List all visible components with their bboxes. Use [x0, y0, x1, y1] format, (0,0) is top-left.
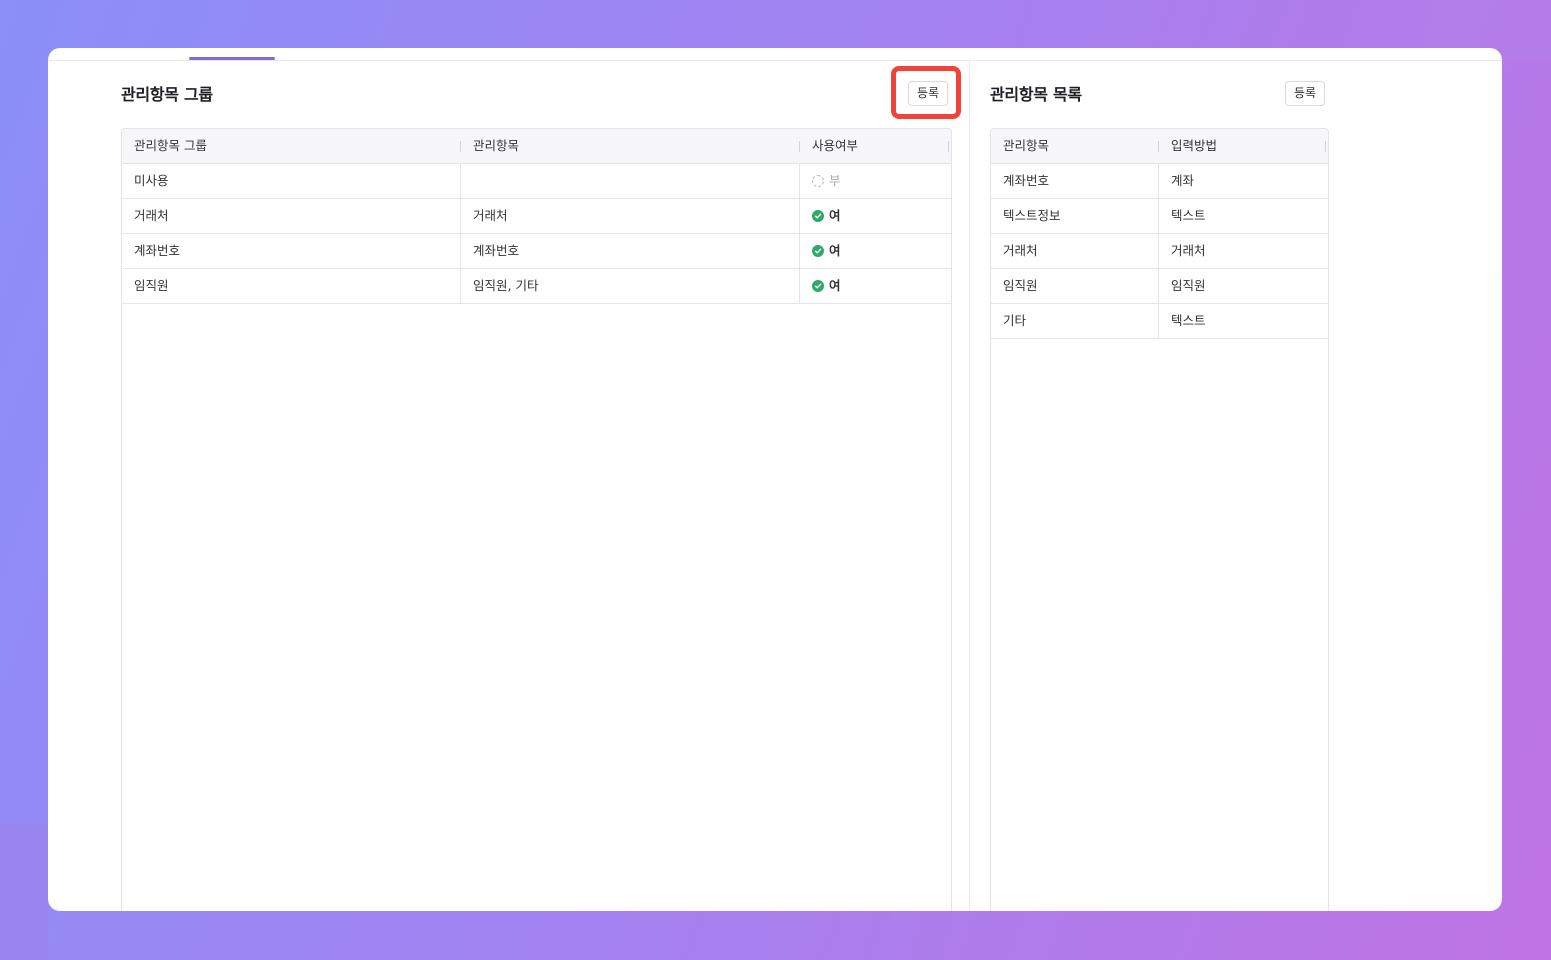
cell-method: 거래처 — [1171, 243, 1206, 258]
status-label: 여 — [829, 243, 841, 258]
cell-method: 텍스트 — [1171, 313, 1206, 328]
cell-usage: 여 — [800, 199, 949, 233]
column-header-items[interactable]: 관리항목 — [461, 129, 800, 163]
table-row[interactable]: 기타 텍스트 — [991, 304, 1328, 339]
item-register-button[interactable]: 등록 — [1285, 81, 1326, 106]
status-badge: 여 — [812, 234, 841, 268]
tab-bar-divider — [48, 60, 1502, 61]
table-header: 관리항목 입력방법 — [991, 129, 1328, 164]
table-row[interactable]: 거래처 거래처 — [991, 234, 1328, 269]
app-window: 관리항목 그룹 등록 관리항목 그룹 관리항목 사용여부 미사용 부 거래처 거래처 여… — [48, 48, 1502, 911]
status-label: 여 — [829, 208, 841, 223]
table-row[interactable]: 임직원 임직원, 기타 여 — [122, 269, 951, 304]
cell-group: 미사용 — [122, 164, 461, 198]
column-header-usage[interactable]: 사용여부 — [800, 129, 949, 163]
cell-usage: 부 — [800, 164, 949, 198]
cell-item: 거래처 — [991, 234, 1159, 268]
cell-items: 계좌번호 — [461, 234, 800, 268]
status-badge: 여 — [812, 199, 841, 233]
dotted-circle-icon — [812, 175, 824, 187]
cell-usage: 여 — [800, 269, 949, 303]
column-header-label: 관리항목 — [473, 138, 520, 153]
active-tab-indicator — [189, 57, 275, 60]
check-circle-icon — [812, 210, 824, 222]
panel-divider — [969, 61, 970, 911]
table-row[interactable]: 거래처 거래처 여 — [122, 199, 951, 234]
table-row[interactable]: 계좌번호 계좌 — [991, 164, 1328, 199]
column-header-method[interactable]: 입력방법 — [1159, 129, 1326, 163]
check-circle-icon — [812, 280, 824, 292]
cell-item: 임직원 — [991, 269, 1159, 303]
cell-item: 계좌번호 — [991, 164, 1159, 198]
check-circle-icon — [812, 245, 824, 257]
table-row[interactable]: 미사용 부 — [122, 164, 951, 199]
column-header-label: 입력방법 — [1171, 138, 1218, 153]
cell-items: 임직원, 기타 — [461, 269, 800, 303]
table-row[interactable]: 텍스트정보 텍스트 — [991, 199, 1328, 234]
cell-item: 기타 — [991, 304, 1159, 338]
column-header-label: 사용여부 — [812, 138, 859, 153]
status-label: 부 — [829, 173, 841, 188]
status-badge: 부 — [812, 164, 841, 198]
group-panel-title: 관리항목 그룹 — [121, 85, 213, 104]
column-header-group[interactable]: 관리항목 그룹 — [122, 129, 461, 163]
table-row[interactable]: 임직원 임직원 — [991, 269, 1328, 304]
cell-group: 계좌번호 — [122, 234, 461, 268]
item-panel-title: 관리항목 목록 — [990, 85, 1082, 104]
background-decoration — [0, 824, 48, 960]
cell-group: 임직원 — [122, 269, 461, 303]
cell-usage: 여 — [800, 234, 949, 268]
cell-items: 거래처 — [461, 199, 800, 233]
cell-method: 계좌 — [1171, 173, 1195, 188]
cell-method: 텍스트 — [1171, 208, 1206, 223]
column-header-label: 관리항목 — [1003, 138, 1050, 153]
item-table: 관리항목 입력방법 계좌번호 계좌 텍스트정보 텍스트 거래처 거래처 임직원 임직원 기타 텍스… — [990, 128, 1329, 911]
status-badge: 여 — [812, 269, 841, 303]
column-header-item[interactable]: 관리항목 — [991, 129, 1159, 163]
table-header: 관리항목 그룹 관리항목 사용여부 — [122, 129, 951, 164]
group-table: 관리항목 그룹 관리항목 사용여부 미사용 부 거래처 거래처 여 계좌번호 계좌번호 여 임직… — [121, 128, 952, 911]
cell-item: 텍스트정보 — [991, 199, 1159, 233]
table-row[interactable]: 계좌번호 계좌번호 여 — [122, 234, 951, 269]
status-label: 여 — [829, 278, 841, 293]
cell-items — [461, 164, 800, 198]
group-register-button[interactable]: 등록 — [908, 81, 949, 106]
column-header-label: 관리항목 그룹 — [134, 138, 207, 153]
cell-group: 거래처 — [122, 199, 461, 233]
cell-method: 임직원 — [1171, 278, 1206, 293]
